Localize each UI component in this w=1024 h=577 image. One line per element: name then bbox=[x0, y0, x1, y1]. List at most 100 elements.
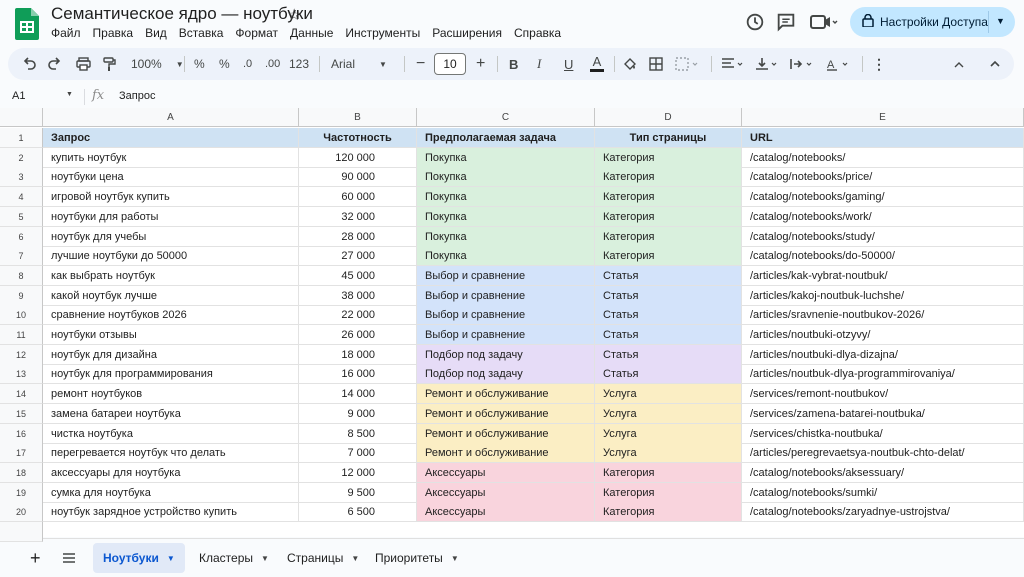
column-header[interactable]: A bbox=[43, 108, 299, 127]
row-header[interactable]: 14 bbox=[0, 384, 43, 405]
table-cell[interactable]: 8 500 bbox=[299, 423, 417, 444]
fill-color-icon[interactable] bbox=[622, 48, 637, 80]
table-cell[interactable]: 14 000 bbox=[299, 384, 417, 405]
table-cell[interactable]: 22 000 bbox=[299, 305, 417, 326]
menu-item[interactable]: Правка bbox=[93, 26, 134, 40]
row-header[interactable]: 8 bbox=[0, 265, 43, 286]
cell-reference[interactable]: A1 bbox=[12, 90, 25, 102]
table-cell[interactable]: Ремонт и обслуживание bbox=[417, 384, 595, 405]
row-header[interactable]: 19 bbox=[0, 482, 43, 503]
table-cell[interactable]: 28 000 bbox=[299, 226, 417, 247]
table-cell[interactable]: как выбрать ноутбук bbox=[43, 265, 299, 286]
table-cell[interactable]: ноутбуки отзывы bbox=[43, 325, 299, 345]
row-header[interactable]: 20 bbox=[0, 502, 43, 523]
table-cell[interactable]: /articles/peregrevaetsya-noutbuk-chto-de… bbox=[742, 443, 1024, 464]
table-cell[interactable]: Ремонт и обслуживание bbox=[417, 423, 595, 444]
column-header[interactable]: D bbox=[595, 108, 742, 127]
italic-button[interactable]: I bbox=[537, 48, 541, 80]
table-cell[interactable]: 9 500 bbox=[299, 482, 417, 503]
row-header[interactable] bbox=[0, 522, 43, 542]
table-cell[interactable]: /services/chistka-noutbuka/ bbox=[742, 423, 1024, 444]
table-cell[interactable]: игровой ноутбук купить bbox=[43, 187, 299, 208]
menu-item[interactable]: Справка bbox=[514, 26, 561, 40]
table-cell[interactable]: Категория bbox=[595, 206, 742, 227]
table-cell[interactable]: чистка ноутбука bbox=[43, 423, 299, 444]
collapse-menus-icon[interactable] bbox=[953, 48, 965, 80]
table-cell[interactable]: /catalog/notebooks/do-50000/ bbox=[742, 246, 1024, 267]
row-header[interactable]: 10 bbox=[0, 305, 43, 326]
header-cell[interactable]: Предполагаемая задача bbox=[417, 128, 595, 148]
bold-button[interactable]: B bbox=[509, 48, 518, 80]
table-cell[interactable]: лучшие ноутбуки до 50000 bbox=[43, 246, 299, 267]
chevron-up-icon[interactable] bbox=[989, 48, 1001, 80]
menu-item[interactable]: Данные bbox=[290, 26, 333, 40]
document-title[interactable]: Семантическое ядро — ноутбуки bbox=[51, 4, 313, 24]
select-all-corner[interactable] bbox=[0, 108, 43, 127]
table-cell[interactable]: Выбор и сравнение bbox=[417, 285, 595, 306]
table-cell[interactable]: Категория bbox=[595, 502, 742, 523]
table-cell[interactable]: 45 000 bbox=[299, 265, 417, 286]
table-cell[interactable]: Статья bbox=[595, 305, 742, 326]
menu-item[interactable]: Вид bbox=[145, 26, 167, 40]
table-cell[interactable]: Покупка bbox=[417, 187, 595, 208]
table-cell[interactable]: /articles/kakoj-noutbuk-luchshe/ bbox=[742, 285, 1024, 306]
table-cell[interactable]: 12 000 bbox=[299, 462, 417, 483]
add-sheet-icon[interactable]: + bbox=[30, 543, 41, 573]
table-cell[interactable]: /catalog/notebooks/ bbox=[742, 147, 1024, 168]
table-cell[interactable]: перегревается ноутбук что делать bbox=[43, 443, 299, 464]
sheet-tab[interactable]: Ноутбуки ▼ bbox=[93, 543, 185, 573]
underline-button[interactable]: U bbox=[564, 48, 573, 80]
table-cell[interactable]: Выбор и сравнение bbox=[417, 325, 595, 345]
table-cell[interactable]: /articles/noutbuki-dlya-dizajna/ bbox=[742, 344, 1024, 365]
vertical-align-icon[interactable] bbox=[755, 48, 781, 80]
table-cell[interactable]: 6 500 bbox=[299, 502, 417, 523]
table-cell[interactable]: Категория bbox=[595, 147, 742, 168]
table-cell[interactable]: Ремонт и обслуживание bbox=[417, 403, 595, 424]
sheet-tab[interactable]: Кластеры ▼ bbox=[199, 543, 269, 573]
row-header[interactable]: 4 bbox=[0, 187, 43, 208]
table-cell[interactable]: /catalog/notebooks/study/ bbox=[742, 226, 1024, 247]
table-cell[interactable]: 18 000 bbox=[299, 344, 417, 365]
chevron-down-icon[interactable]: ▼ bbox=[66, 91, 73, 98]
table-cell[interactable]: /articles/noutbuki-otzyvy/ bbox=[742, 325, 1024, 345]
row-header[interactable]: 6 bbox=[0, 226, 43, 247]
row-header[interactable]: 13 bbox=[0, 364, 43, 385]
table-cell[interactable]: Категория bbox=[595, 226, 742, 247]
merge-cells-icon[interactable] bbox=[675, 48, 699, 80]
table-cell[interactable]: Подбор под задачу bbox=[417, 364, 595, 385]
row-header[interactable]: 1 bbox=[0, 128, 43, 148]
table-cell[interactable]: ноутбук для дизайна bbox=[43, 344, 299, 365]
text-wrapping-icon[interactable] bbox=[790, 48, 816, 80]
table-cell[interactable]: 38 000 bbox=[299, 285, 417, 306]
decrease-font-size-button[interactable]: − bbox=[416, 48, 425, 80]
table-cell[interactable]: Выбор и сравнение bbox=[417, 265, 595, 286]
font-select[interactable]: Arial ▼ bbox=[331, 48, 387, 80]
table-cell[interactable]: аксессуары для ноутбука bbox=[43, 462, 299, 483]
table-cell[interactable]: Категория bbox=[595, 167, 742, 188]
table-cell[interactable]: Ремонт и обслуживание bbox=[417, 443, 595, 464]
table-cell[interactable]: ноутбуки для работы bbox=[43, 206, 299, 227]
table-cell[interactable]: Статья bbox=[595, 364, 742, 385]
table-cell[interactable]: 120 000 bbox=[299, 147, 417, 168]
header-cell[interactable]: Частотность bbox=[299, 128, 417, 148]
table-cell[interactable]: 26 000 bbox=[299, 325, 417, 345]
table-cell[interactable]: Категория bbox=[595, 246, 742, 267]
row-header[interactable]: 9 bbox=[0, 285, 43, 306]
row-header[interactable]: 11 bbox=[0, 325, 43, 345]
paint-format-icon[interactable] bbox=[102, 48, 116, 80]
table-cell[interactable]: купить ноутбук bbox=[43, 147, 299, 168]
menu-item[interactable]: Файл bbox=[51, 26, 81, 40]
row-header[interactable]: 2 bbox=[0, 147, 43, 168]
column-header[interactable]: C bbox=[417, 108, 595, 127]
table-cell[interactable]: Статья bbox=[595, 344, 742, 365]
undo-icon[interactable] bbox=[22, 48, 36, 80]
table-cell[interactable]: Покупка bbox=[417, 167, 595, 188]
table-cell[interactable]: Услуга bbox=[595, 423, 742, 444]
table-cell[interactable]: /catalog/notebooks/gaming/ bbox=[742, 187, 1024, 208]
row-header[interactable]: 16 bbox=[0, 423, 43, 444]
font-size-input[interactable]: 10 bbox=[434, 53, 466, 75]
header-cell[interactable]: URL bbox=[742, 128, 1024, 148]
chevron-down-icon[interactable]: ▼ bbox=[261, 554, 269, 563]
row-header[interactable]: 3 bbox=[0, 167, 43, 188]
row-header[interactable]: 7 bbox=[0, 246, 43, 267]
